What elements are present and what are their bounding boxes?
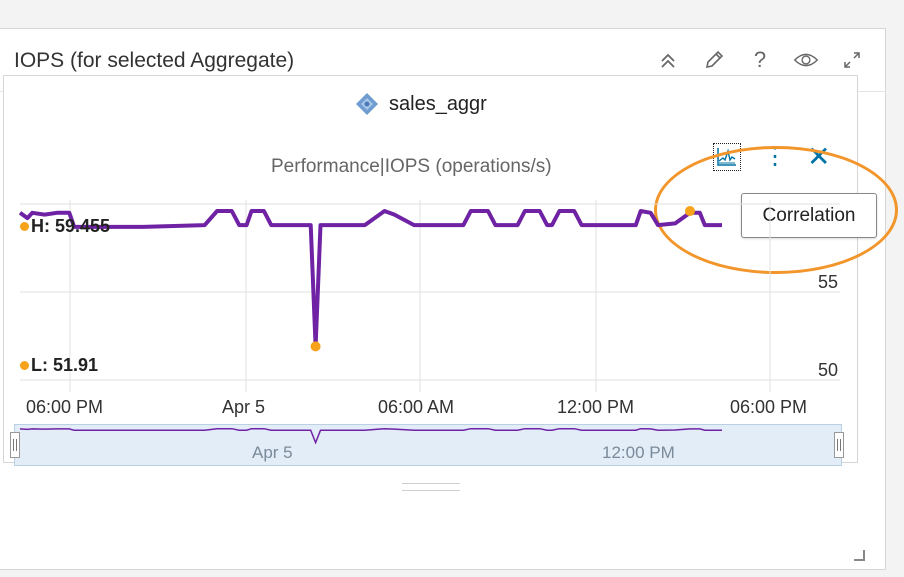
x-tick-label: 06:00 PM bbox=[730, 397, 808, 417]
x-tick-label: 06:00 AM bbox=[378, 397, 455, 417]
low-value-label: L: 51.91 bbox=[20, 355, 98, 376]
high-marker-icon bbox=[20, 222, 29, 231]
series-line[interactable] bbox=[18, 209, 722, 349]
x-tick-label: 12:00 PM bbox=[557, 397, 635, 417]
low-marker-icon bbox=[20, 361, 29, 370]
time-navigator[interactable] bbox=[14, 424, 842, 466]
high-point-marker bbox=[684, 206, 695, 217]
navigator-left-handle[interactable] bbox=[10, 432, 20, 458]
low-point-marker bbox=[310, 341, 321, 352]
y-tick-label: 55 bbox=[818, 272, 839, 292]
navigator-label: 12:00 PM bbox=[602, 443, 675, 462]
y-tick-label: 50 bbox=[818, 360, 839, 380]
high-value-label: H: 59.455 bbox=[20, 216, 110, 237]
low-value-text: L: 51.91 bbox=[31, 355, 99, 375]
navigator-label: Apr 5 bbox=[252, 443, 293, 462]
high-value-text: H: 59.455 bbox=[31, 216, 111, 236]
x-tick-label: 06:00 PM bbox=[26, 397, 104, 417]
navigator-right-handle[interactable] bbox=[834, 432, 844, 458]
x-tick-label: Apr 5 bbox=[222, 397, 266, 417]
panel-resize-grip[interactable] bbox=[402, 483, 460, 491]
